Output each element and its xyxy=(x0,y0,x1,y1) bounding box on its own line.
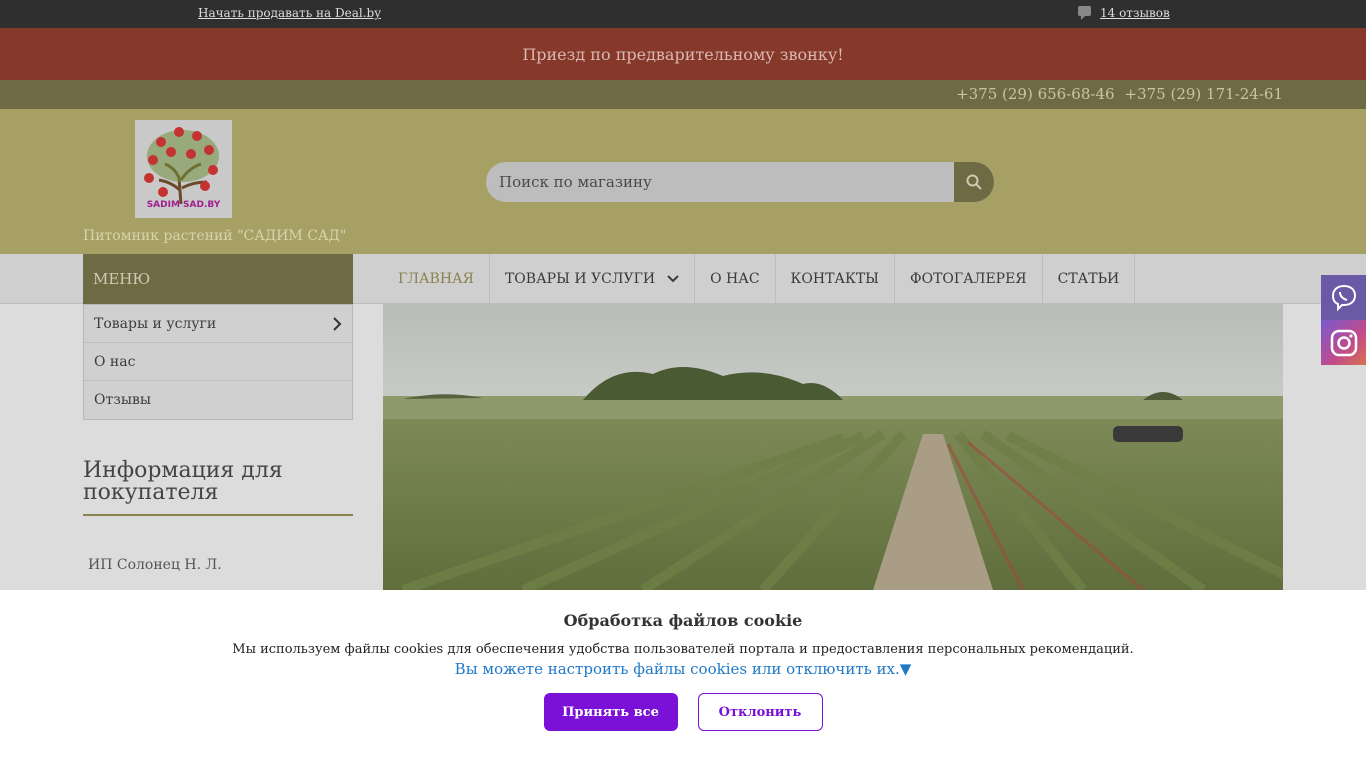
nav-products[interactable]: ТОВАРЫ И УСЛУГИ xyxy=(490,254,696,304)
store-name: Питомник растений "САДИМ САД" xyxy=(83,228,347,244)
phone-bar: +375 (29) 656-68-46 +375 (29) 171-24-61 xyxy=(0,80,1366,109)
buyer-info-heading: Информация для покупателя xyxy=(83,460,353,516)
menu-header: МЕНЮ xyxy=(83,254,353,304)
search-button[interactable] xyxy=(954,162,994,202)
viber-icon xyxy=(1331,284,1356,311)
decline-cookies-button[interactable]: Отклонить xyxy=(697,693,823,731)
store-logo[interactable]: SADIM SAD.BY xyxy=(135,120,232,218)
side-menu-label: Отзывы xyxy=(94,392,152,408)
social-links xyxy=(1321,275,1366,365)
side-menu-about[interactable]: О нас xyxy=(84,343,352,381)
chevron-right-icon xyxy=(333,316,342,331)
nav-contacts[interactable]: КОНТАКТЫ xyxy=(776,254,895,304)
reviews-link[interactable]: 14 отзывов xyxy=(1078,6,1170,20)
nav-gallery[interactable]: ФОТОГАЛЕРЕЯ xyxy=(895,254,1043,304)
start-selling-link[interactable]: Начать продавать на Deal.by xyxy=(198,6,381,20)
nav-articles[interactable]: СТАТЬИ xyxy=(1043,254,1136,304)
search-icon xyxy=(966,174,982,190)
instagram-link[interactable] xyxy=(1321,320,1366,365)
side-menu: Товары и услуги О нас Отзывы xyxy=(83,304,353,420)
announcement-bar: Приезд по предварительному звонку! xyxy=(0,28,1366,80)
accept-cookies-button[interactable]: Принять все xyxy=(543,693,678,731)
chevron-down-icon xyxy=(667,275,679,283)
cookie-settings-link[interactable]: Вы можете настроить файлы cookies или от… xyxy=(0,660,1366,678)
cookie-text: Мы используем файлы cookies для обеспече… xyxy=(232,642,1134,657)
nav-home[interactable]: ГЛАВНАЯ xyxy=(383,254,490,304)
phone-2[interactable]: +375 (29) 171-24-61 xyxy=(1125,85,1283,103)
side-menu-label: О нас xyxy=(94,353,136,370)
cookie-banner: Обработка файлов cookie Мы используем фа… xyxy=(0,590,1366,768)
logo-text: SADIM SAD.BY xyxy=(146,200,221,210)
nav-products-label: ТОВАРЫ И УСЛУГИ xyxy=(504,271,656,287)
top-bar: Начать продавать на Deal.by 14 отзывов xyxy=(0,0,1366,28)
nav-about[interactable]: О НАС xyxy=(695,254,776,304)
reviews-count: 14 отзывов xyxy=(1100,6,1170,20)
side-menu-products[interactable]: Товары и услуги xyxy=(84,305,352,343)
company-name: ИП Солонец Н. Л. xyxy=(88,557,222,573)
nursery-field-photo xyxy=(383,304,1283,590)
side-menu-reviews[interactable]: Отзывы xyxy=(84,381,352,419)
instagram-icon xyxy=(1330,329,1357,356)
cookie-title: Обработка файлов cookie xyxy=(563,611,803,630)
site-header: SADIM SAD.BY Питомник растений "САДИМ СА… xyxy=(0,109,1366,254)
search-box: Поиск по магазину xyxy=(486,162,994,202)
navigation-row: МЕНЮ ГЛАВНАЯ ТОВАРЫ И УСЛУГИ О НАС КОНТА… xyxy=(0,254,1366,304)
hero-banner-image[interactable] xyxy=(383,304,1283,590)
viber-link[interactable] xyxy=(1321,275,1366,320)
phone-1[interactable]: +375 (29) 656-68-46 xyxy=(956,85,1114,103)
search-input[interactable]: Поиск по магазину xyxy=(486,173,954,191)
comment-icon xyxy=(1078,6,1092,20)
main-nav: ГЛАВНАЯ ТОВАРЫ И УСЛУГИ О НАС КОНТАКТЫ Ф… xyxy=(383,254,1136,304)
side-menu-label: Товары и услуги xyxy=(94,315,217,332)
announcement-text: Приезд по предварительному звонку! xyxy=(522,44,844,64)
